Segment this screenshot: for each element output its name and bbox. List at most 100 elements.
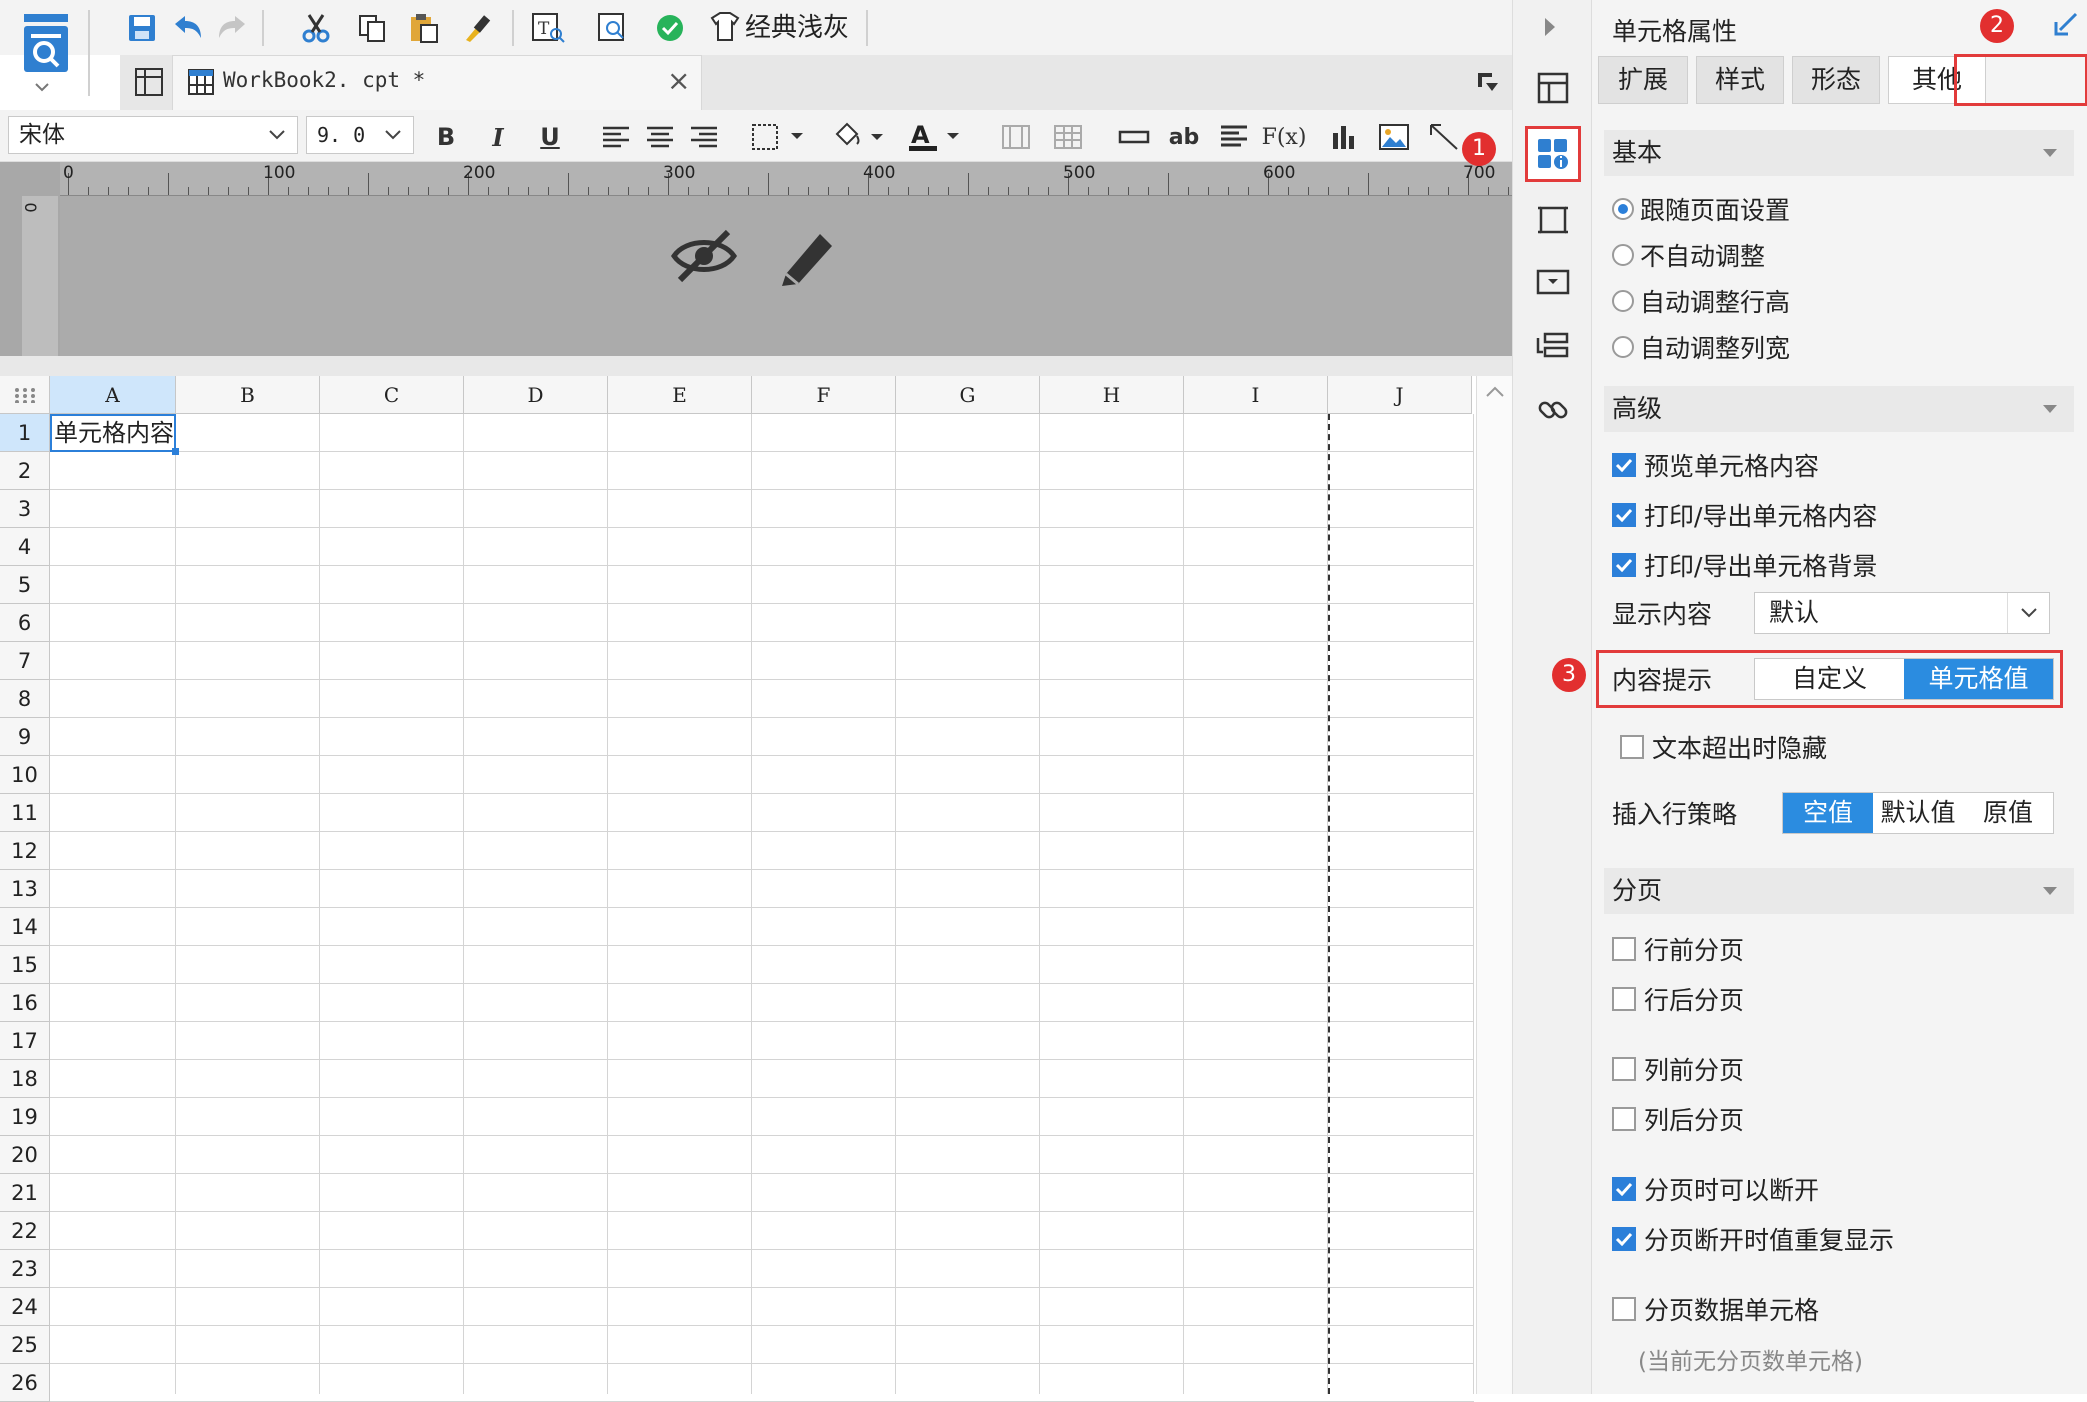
column-header[interactable]: H bbox=[1040, 376, 1184, 414]
row-header[interactable]: 4 bbox=[0, 528, 50, 566]
tab-menu-icon[interactable] bbox=[1476, 71, 1500, 93]
column-header[interactable]: E bbox=[608, 376, 752, 414]
dock-arrow-icon[interactable] bbox=[2054, 12, 2078, 36]
cell-attribute-icon[interactable] bbox=[1525, 126, 1581, 182]
check-repeat-on-break[interactable]: 分页断开时值重复显示 bbox=[1612, 1220, 1894, 1258]
row-header[interactable]: 17 bbox=[0, 1022, 50, 1060]
column-header[interactable]: A bbox=[50, 376, 176, 414]
fill-color-button[interactable] bbox=[828, 118, 892, 156]
section-paging[interactable]: 分页 bbox=[1604, 868, 2074, 914]
undo-button[interactable] bbox=[168, 8, 208, 48]
row-header[interactable]: 25 bbox=[0, 1326, 50, 1364]
column-header[interactable]: F bbox=[752, 376, 896, 414]
policy-option-original[interactable]: 原值 bbox=[1963, 793, 2053, 833]
sheet-grid-icon[interactable] bbox=[134, 67, 164, 97]
edit-pencil-icon[interactable] bbox=[776, 224, 838, 288]
insert-row-policy-segmented[interactable]: 空值 默认值 原值 bbox=[1782, 792, 2054, 834]
paste-button[interactable] bbox=[404, 8, 444, 48]
row-header[interactable]: 19 bbox=[0, 1098, 50, 1136]
check-can-break[interactable]: 分页时可以断开 bbox=[1612, 1170, 1819, 1208]
insert-text-field-button[interactable] bbox=[1114, 118, 1154, 156]
column-header[interactable]: C bbox=[320, 376, 464, 414]
underline-button[interactable]: U bbox=[530, 118, 570, 156]
column-header[interactable]: I bbox=[1184, 376, 1328, 414]
bold-button[interactable]: B bbox=[426, 118, 466, 156]
row-header[interactable]: 2 bbox=[0, 452, 50, 490]
check-preview-content[interactable]: 预览单元格内容 bbox=[1612, 446, 1819, 484]
section-advanced[interactable]: 高级 bbox=[1604, 386, 2074, 432]
cell-search-button[interactable] bbox=[594, 8, 634, 48]
theme-icon[interactable] bbox=[708, 10, 742, 44]
radio-no-auto[interactable]: 不自动调整 bbox=[1612, 236, 1765, 274]
section-basic[interactable]: 基本 bbox=[1604, 130, 2074, 176]
check-paging-data-cell[interactable]: 分页数据单元格 bbox=[1612, 1290, 1819, 1328]
insert-richtext-button[interactable] bbox=[1214, 118, 1254, 156]
vertical-scrollbar[interactable] bbox=[1476, 376, 1512, 1394]
check-button[interactable] bbox=[650, 8, 690, 48]
policy-option-null[interactable]: 空值 bbox=[1783, 793, 1873, 833]
format-painter-button[interactable] bbox=[458, 8, 498, 48]
radio-auto-col-width[interactable]: 自动调整列宽 bbox=[1612, 328, 1790, 366]
column-header[interactable]: D bbox=[464, 376, 608, 414]
check-page-break-after-row[interactable]: 行后分页 bbox=[1612, 980, 1744, 1018]
border-button[interactable] bbox=[748, 118, 812, 156]
copy-button[interactable] bbox=[352, 8, 392, 48]
radio-follow-page[interactable]: 跟随页面设置 bbox=[1612, 190, 1790, 228]
row-header[interactable]: 23 bbox=[0, 1250, 50, 1288]
align-center-button[interactable] bbox=[640, 118, 680, 156]
insert-formula-button[interactable]: F(x) bbox=[1262, 118, 1307, 156]
row-header[interactable]: 26 bbox=[0, 1364, 50, 1402]
row-header[interactable]: 22 bbox=[0, 1212, 50, 1250]
row-header[interactable]: 11 bbox=[0, 794, 50, 832]
tab-expand[interactable]: 扩展 bbox=[1598, 56, 1688, 104]
tab-style[interactable]: 样式 bbox=[1696, 56, 1784, 104]
row-header[interactable]: 20 bbox=[0, 1136, 50, 1174]
row-header[interactable]: 16 bbox=[0, 984, 50, 1022]
link-icon[interactable] bbox=[1525, 382, 1581, 438]
check-hide-overflow[interactable]: 文本超出时隐藏 bbox=[1620, 728, 1827, 766]
align-left-button[interactable] bbox=[596, 118, 636, 156]
row-header[interactable]: 15 bbox=[0, 946, 50, 984]
condition-icon[interactable] bbox=[1525, 192, 1581, 248]
insert-chart-button[interactable] bbox=[1324, 118, 1364, 156]
align-right-button[interactable] bbox=[684, 118, 724, 156]
theme-label[interactable]: 经典浅灰 bbox=[745, 10, 849, 46]
text-preview-button[interactable]: T bbox=[528, 8, 568, 48]
display-content-select[interactable]: 默认 bbox=[1754, 592, 2050, 634]
radio-auto-row-height[interactable]: 自动调整行高 bbox=[1612, 282, 1790, 320]
column-header[interactable]: B bbox=[176, 376, 320, 414]
row-header[interactable]: 12 bbox=[0, 832, 50, 870]
insert-text-button[interactable]: ab bbox=[1164, 118, 1204, 156]
row-header[interactable]: 7 bbox=[0, 642, 50, 680]
tab-close-icon[interactable]: × bbox=[667, 64, 690, 97]
insert-slash-button[interactable] bbox=[1424, 118, 1464, 156]
tab-workbook2[interactable]: WorkBook2. cpt * × bbox=[172, 55, 702, 110]
column-header[interactable]: J bbox=[1328, 376, 1472, 414]
font-family-select[interactable]: 宋体 bbox=[8, 116, 298, 154]
row-header[interactable]: 24 bbox=[0, 1288, 50, 1326]
save-button[interactable] bbox=[122, 8, 162, 48]
cell-a1[interactable]: 单元格内容 bbox=[50, 414, 176, 452]
fill-handle[interactable] bbox=[172, 448, 179, 455]
row-header[interactable]: 5 bbox=[0, 566, 50, 604]
insert-image-button[interactable] bbox=[1374, 118, 1414, 156]
row-header[interactable]: 18 bbox=[0, 1060, 50, 1098]
spreadsheet-grid[interactable]: A B C D E F G H I J 1 2 3 4 5 6 7 8 9 10 11 12 13 14 15 16 17 18 19 2… bbox=[0, 376, 1512, 1402]
unmerge-cells-button[interactable] bbox=[1048, 118, 1088, 156]
row-header[interactable]: 6 bbox=[0, 604, 50, 642]
font-color-button[interactable]: A bbox=[904, 118, 968, 156]
row-header[interactable]: 13 bbox=[0, 870, 50, 908]
check-page-break-after-col[interactable]: 列后分页 bbox=[1612, 1100, 1744, 1138]
row-header[interactable]: 1 bbox=[0, 414, 50, 452]
row-header[interactable]: 8 bbox=[0, 680, 50, 718]
row-header[interactable]: 10 bbox=[0, 756, 50, 794]
merge-cells-button[interactable] bbox=[996, 118, 1036, 156]
redo-button[interactable] bbox=[212, 8, 252, 48]
check-print-content[interactable]: 打印/导出单元格内容 bbox=[1612, 496, 1877, 534]
row-header[interactable]: 14 bbox=[0, 908, 50, 946]
hide-eye-icon[interactable] bbox=[670, 226, 738, 286]
widget-icon[interactable] bbox=[1525, 254, 1581, 310]
row-header[interactable]: 3 bbox=[0, 490, 50, 528]
tab-form[interactable]: 形态 bbox=[1792, 56, 1880, 104]
italic-button[interactable]: I bbox=[478, 118, 518, 156]
